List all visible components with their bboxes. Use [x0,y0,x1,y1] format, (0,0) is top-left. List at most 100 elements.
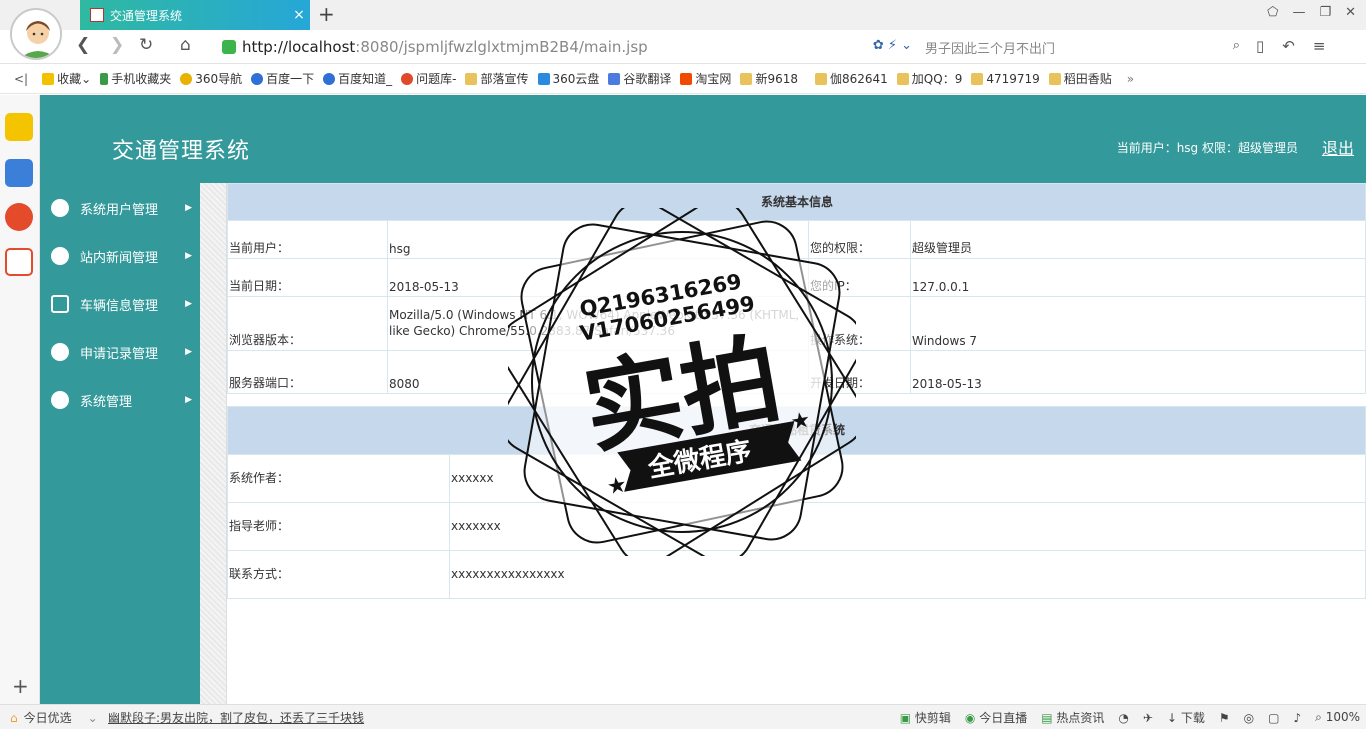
statusbar-tools: ▣ 快剪辑 ◉ 今日直播 ▤ 热点资讯 ◔ ✈ ↓ 下载 ⚑ ◎ ▢ ♪ ⌕ 1… [900,709,1360,726]
user-info: 当前用户：hsg 权限：超级管理员 [1116,141,1298,155]
bookmarks-more[interactable]: » [1127,72,1134,86]
bookmark-item[interactable]: 百度一下 [251,70,314,87]
menu-item-news-management[interactable]: 站内新闻管理 ▶ [40,232,200,280]
bookmark-item[interactable]: 部落宣传 [465,70,529,87]
chevron-right-icon: ▶ [185,299,192,309]
bookmark-item[interactable]: 新9618 [740,70,798,87]
baidu-icon [323,72,336,85]
zoom-control[interactable]: ⌕ 100% [1315,710,1360,725]
table-row: 浏览器版本： Mozilla/5.0 (Windows NT 6.1; WOW6… [227,296,1366,351]
vehicle-icon [51,295,69,313]
bookmark-item[interactable]: 手机收藏夹 [100,70,171,87]
bookmark-item[interactable]: 收藏 ⌄ [42,70,91,87]
speed-icon[interactable]: ◔ [1118,711,1128,725]
sidebar-toggle-icon[interactable]: <| [14,72,28,86]
notes-icon[interactable] [5,159,33,187]
menu-item-user-management[interactable]: 系统用户管理 ▶ [40,184,200,232]
cloud-icon [537,72,550,85]
gift-icon: ⌂ [10,710,18,725]
info-key: 您的IP： [808,258,911,297]
favorites-icon[interactable] [5,113,33,141]
logout-link[interactable]: 退出 [1322,135,1354,159]
weibo-icon[interactable] [5,203,33,231]
new-tab-button[interactable]: + [318,2,335,26]
bookmark-item[interactable]: 360导航 [180,70,242,87]
menu-item-system-management[interactable]: 系统管理 ▶ [40,376,200,424]
back-icon[interactable]: ❮ [76,35,90,55]
download-icon: ↓ [1166,711,1178,725]
tab-title: 交通管理系统 [110,8,183,23]
bookmark-item[interactable]: 稻田香贴 [1048,70,1112,87]
sound-icon[interactable]: ♪ [1293,711,1301,725]
flag-icon[interactable]: ⚑ [1219,711,1230,725]
close-window-icon[interactable]: ✕ [1345,5,1356,20]
menu-item-application-records[interactable]: 申请记录管理 ▶ [40,328,200,376]
about-table: 交通用品租赁系统 系统作者： xxxxxx 指导老师： xxxxxxx 联系方式… [227,406,1366,599]
folder-icon [814,72,827,85]
today-picks[interactable]: ⌂ 今日优选 ⌄ [10,709,98,726]
bookmark-item[interactable]: 加QQ：9 [896,70,962,87]
chevron-right-icon: ▶ [185,251,192,261]
quick-edit-button[interactable]: ▣ 快剪辑 [900,709,951,726]
monitor-icon [51,199,69,217]
frame-divider[interactable] [200,183,227,704]
home-icon[interactable]: ⌂ [180,35,191,55]
tab-close-icon[interactable]: × [288,7,310,23]
profile-avatar[interactable] [10,8,62,60]
folder-icon [465,72,478,85]
news-ticker-link[interactable]: 幽默段子:男友出院，割了皮包，还丢了三千块钱 [108,709,364,726]
news-icon: ▤ [1041,711,1053,725]
info-value: 8080 [387,350,809,394]
bookmark-item[interactable]: 谷歌翻译 [608,70,671,87]
mobile-icon[interactable]: ▯ [1256,37,1264,55]
browser-icon[interactable]: ◎ [1244,711,1254,725]
folder-icon [971,72,984,85]
minimize-icon[interactable]: — [1292,5,1305,20]
main-content: 系统基本信息 当前用户： hsg 您的权限： 超级管理员 当前日期： 2018-… [227,183,1366,704]
forward-icon[interactable]: ❯ [110,35,124,55]
system-info-header: 系统基本信息 [227,183,1366,221]
browser-tab[interactable]: 交通管理系统 × [80,0,310,30]
pin-icon[interactable]: ✈ [1143,711,1153,725]
search-input[interactable]: 男子因此三个月不出门 ⌕ [925,38,1240,57]
download-button[interactable]: ↓ 下载 [1167,709,1205,726]
info-value: 超级管理员 [910,220,1366,259]
mail-icon[interactable] [5,248,33,276]
folder-icon [1048,72,1061,85]
menu-icon[interactable]: ≡ [1313,37,1326,55]
browser-navbar: ❮ ❯ ↻ ⌂ http://localhost:8080/jspmljfwzl… [0,30,1366,64]
bookmark-item[interactable]: 淘宝网 [680,70,731,87]
app-icon [51,343,69,361]
add-icon[interactable]: + [12,674,29,698]
info-value: 2018-05-13 [387,258,809,297]
phone-icon [100,72,109,85]
table-row: 当前日期： 2018-05-13 您的IP： 127.0.0.1 [227,258,1366,297]
hot-news-button[interactable]: ▤ 热点资讯 [1041,709,1104,726]
search-icon[interactable]: ⌕ [1233,38,1240,53]
bookmark-item[interactable]: 4719719 [971,72,1040,86]
address-bar[interactable]: http://localhost:8080/jspmljfwzlglxtmjmB… [222,34,912,60]
bookmark-item[interactable]: 360云盘 [537,70,599,87]
folder-icon [740,72,753,85]
bookmark-item[interactable]: 百度知道_ [323,70,392,87]
chevron-down-icon[interactable]: ⌄ [88,711,98,725]
bookmark-item[interactable]: 伽862641 [814,70,888,87]
window-icon[interactable]: ▢ [1268,711,1279,725]
star-icon [42,72,55,85]
address-tools-icon[interactable]: ✿ ⚡ ⌄ [873,38,912,53]
reload-icon[interactable]: ↻ [139,35,153,55]
play-icon: ◉ [964,711,976,725]
chevron-right-icon: ▶ [185,347,192,357]
menu-item-vehicle-management[interactable]: 车辆信息管理 ▶ [40,280,200,328]
info-value: 127.0.0.1 [910,258,1366,297]
side-menu: 系统用户管理 ▶ 站内新闻管理 ▶ 车辆信息管理 ▶ 申请记录管理 ▶ 系统管理… [40,183,200,704]
info-key: 您的权限： [808,220,911,259]
live-button[interactable]: ◉ 今日直播 [965,709,1027,726]
bookmark-item[interactable]: 问题库- [401,70,456,87]
skin-icon[interactable]: ⬠ [1267,5,1278,20]
restore-icon[interactable]: ❐ [1319,5,1331,20]
browser-sidebar: + [0,95,40,704]
info-value: hsg [387,220,809,259]
undo-icon[interactable]: ↶ [1282,37,1295,55]
system-info-table: 系统基本信息 当前用户： hsg 您的权限： 超级管理员 当前日期： 2018-… [227,183,1366,394]
